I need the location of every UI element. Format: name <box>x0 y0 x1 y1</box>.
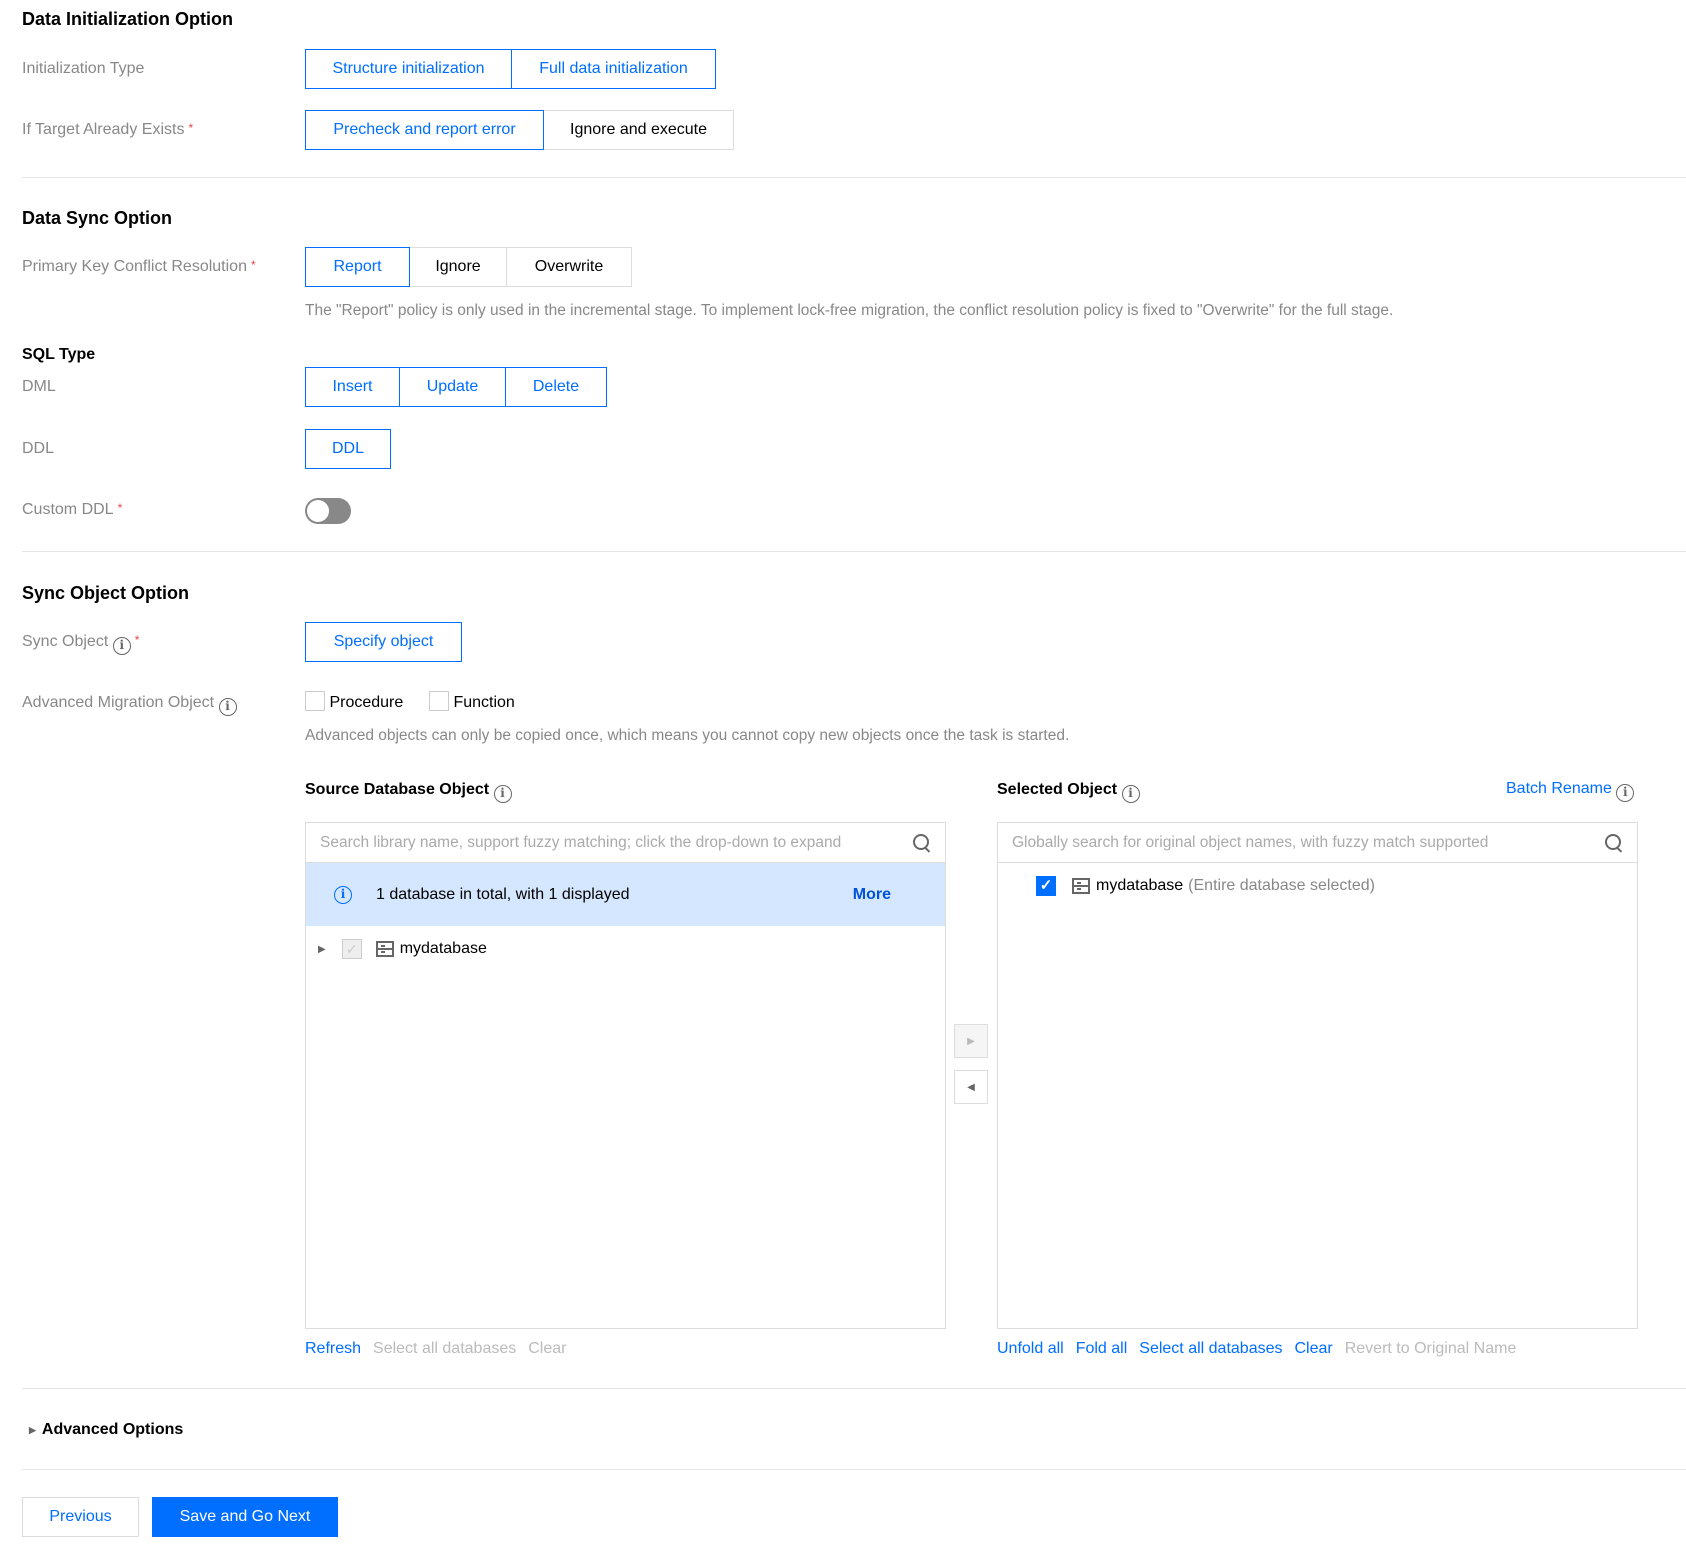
required-mark: * <box>134 633 140 647</box>
info-icon[interactable]: i <box>1616 784 1635 802</box>
init-type-label: Initialization Type <box>22 60 145 77</box>
info-icon[interactable]: i <box>112 637 131 655</box>
info-icon[interactable]: i <box>1121 785 1140 803</box>
required-mark: * <box>250 258 256 272</box>
pk-conflict-selector: Report Ignore Overwrite <box>305 247 632 287</box>
required-mark: * <box>188 121 194 135</box>
source-panel-title: Source Database Object i <box>305 781 512 803</box>
info-icon[interactable]: i <box>218 698 237 716</box>
advanced-hint: Advanced objects can only be copied once… <box>305 727 1070 744</box>
option-delete[interactable]: Delete <box>505 367 607 407</box>
procedure-checkbox[interactable]: Procedure <box>305 691 403 712</box>
refresh-link[interactable]: Refresh <box>305 1340 361 1358</box>
batch-rename: Batch Rename i <box>1506 780 1635 802</box>
target-exists-selector: Precheck and report error Ignore and exe… <box>305 110 734 150</box>
clear-link[interactable]: Clear <box>1294 1340 1332 1358</box>
option-report[interactable]: Report <box>305 247 410 287</box>
ddl-label: DDL <box>22 440 55 457</box>
source-search <box>306 823 945 863</box>
dml-label: DML <box>22 378 56 395</box>
save-next-button[interactable]: Save and Go Next <box>152 1497 338 1537</box>
init-type-selector: Structure initialization Full data initi… <box>305 49 716 89</box>
selected-item-note: (Entire database selected) <box>1188 877 1375 894</box>
previous-button[interactable]: Previous <box>22 1497 139 1537</box>
sql-type-title: SQL Type <box>22 346 96 363</box>
function-checkbox[interactable]: Function <box>429 691 515 712</box>
selected-item-label: mydatabase <box>1096 877 1184 894</box>
pk-conflict-label: Primary Key Conflict Resolution * <box>22 258 256 275</box>
divider <box>22 551 1686 552</box>
divider <box>22 1469 1686 1470</box>
ddl-selector: DDL <box>305 429 391 469</box>
option-ignore[interactable]: Ignore <box>409 247 507 287</box>
pk-conflict-hint: The "Report" policy is only used in the … <box>305 302 1394 319</box>
toggle-knob <box>307 500 329 522</box>
arrow-right-icon: ▶ <box>967 1035 975 1047</box>
source-info-banner: i 1 database in total, with 1 displayed … <box>306 863 945 926</box>
source-panel: i 1 database in total, with 1 displayed … <box>305 822 946 1329</box>
divider <box>22 1388 1686 1389</box>
selected-search-input[interactable] <box>1012 833 1605 852</box>
required-mark: * <box>117 501 123 515</box>
caret-right-icon: ▶ <box>29 1424 36 1435</box>
database-icon <box>1072 878 1090 894</box>
info-icon: i <box>334 885 352 904</box>
banner-text: 1 database in total, with 1 displayed <box>376 885 630 903</box>
custom-ddl-label: Custom DDL * <box>22 501 123 518</box>
option-full-data-init[interactable]: Full data initialization <box>511 49 716 89</box>
fold-all-link[interactable]: Fold all <box>1076 1340 1128 1358</box>
batch-rename-link[interactable]: Batch Rename <box>1506 780 1612 797</box>
move-left-button[interactable]: ◀ <box>954 1070 988 1104</box>
advanced-options-label: Advanced Options <box>41 1421 184 1438</box>
section-title-data-sync: Data Sync Option <box>22 208 173 228</box>
divider <box>22 177 1686 178</box>
checkbox-box[interactable] <box>429 691 449 711</box>
option-precheck-report-error[interactable]: Precheck and report error <box>305 110 544 150</box>
tree-item-mydatabase[interactable]: ▶ ✓ mydatabase <box>318 939 487 959</box>
checkbox-disabled-checked: ✓ <box>341 939 362 959</box>
sync-object-label: Sync Object i * <box>22 633 139 655</box>
specify-object-selector: Specify object <box>305 622 462 662</box>
select-all-databases-link[interactable]: Select all databases <box>1139 1340 1282 1358</box>
move-right-button[interactable]: ▶ <box>954 1024 988 1058</box>
option-update[interactable]: Update <box>399 367 506 407</box>
select-all-databases-link[interactable]: Select all databases <box>373 1340 516 1358</box>
target-exists-label: If Target Already Exists * <box>22 121 194 138</box>
selected-item-mydatabase[interactable]: ✓ mydatabase (Entire database selected) <box>1036 876 1375 896</box>
section-title-data-init: Data Initialization Option <box>22 9 233 29</box>
source-actions: Refresh Select all databases Clear <box>305 1340 566 1358</box>
revert-original-name-link[interactable]: Revert to Original Name <box>1345 1340 1517 1358</box>
source-search-input[interactable] <box>320 833 913 852</box>
advanced-options-toggle[interactable]: ▶ Advanced Options <box>29 1421 183 1439</box>
arrow-left-icon: ◀ <box>967 1081 975 1093</box>
specify-object-button[interactable]: Specify object <box>305 622 462 662</box>
tree-item-label: mydatabase <box>399 940 487 957</box>
clear-link[interactable]: Clear <box>528 1340 566 1358</box>
selected-search <box>998 823 1637 863</box>
search-icon[interactable] <box>1605 833 1623 852</box>
option-structure-init[interactable]: Structure initialization <box>305 49 512 89</box>
checkbox-checked[interactable]: ✓ <box>1036 876 1056 896</box>
database-icon <box>375 941 394 957</box>
option-ddl[interactable]: DDL <box>305 429 391 469</box>
checkbox-box[interactable] <box>305 691 325 711</box>
search-icon[interactable] <box>913 833 931 852</box>
dml-selector: Insert Update Delete <box>305 367 607 407</box>
info-icon[interactable]: i <box>493 785 512 803</box>
option-insert[interactable]: Insert <box>305 367 400 407</box>
unfold-all-link[interactable]: Unfold all <box>997 1340 1064 1358</box>
selected-panel: ✓ mydatabase (Entire database selected) <box>997 822 1638 1329</box>
custom-ddl-toggle[interactable] <box>305 498 351 524</box>
option-overwrite[interactable]: Overwrite <box>506 247 632 287</box>
section-title-sync-object: Sync Object Option <box>22 583 190 603</box>
selected-panel-title: Selected Object i <box>997 781 1140 803</box>
more-link[interactable]: More <box>853 886 891 904</box>
advanced-migration-label: Advanced Migration Object i <box>22 694 237 716</box>
option-ignore-execute[interactable]: Ignore and execute <box>543 110 734 150</box>
selected-actions: Unfold all Fold all Select all databases… <box>997 1340 1516 1358</box>
caret-right-icon[interactable]: ▶ <box>318 944 326 955</box>
